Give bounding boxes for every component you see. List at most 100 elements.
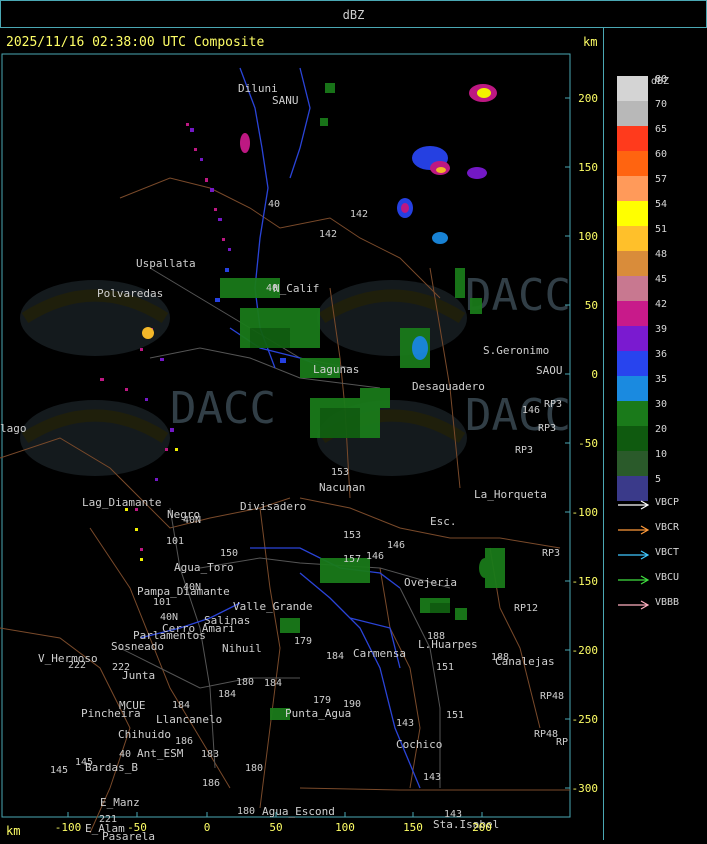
svg-text:151: 151 (436, 662, 454, 673)
y-tick-label: -250 (572, 713, 599, 726)
legend-level-label: 70 (655, 99, 668, 110)
legend-swatch (617, 101, 648, 126)
svg-text:186: 186 (175, 736, 193, 747)
legend-level-label: 60 (655, 149, 668, 160)
legend-vector-label: VBCU (655, 572, 680, 583)
legend-swatch (617, 326, 648, 351)
arrow-icon (618, 525, 650, 535)
svg-text:MCUE: MCUE (119, 699, 146, 712)
svg-text:151: 151 (446, 710, 464, 721)
svg-text:Polvaredas: Polvaredas (97, 287, 163, 300)
svg-text:222: 222 (68, 660, 86, 671)
svg-text:150: 150 (220, 548, 238, 559)
svg-text:101: 101 (153, 597, 171, 608)
svg-text:Lag_Diamante: Lag_Diamante (82, 496, 161, 509)
y-tick-label: 150 (578, 161, 598, 174)
svg-text:157: 157 (343, 554, 361, 565)
legend-vector-label: VBCP (655, 497, 680, 508)
svg-text:RP: RP (556, 737, 568, 748)
legend-level-label: 54 (655, 199, 668, 210)
legend-vector-row: VBCR (617, 522, 697, 536)
svg-text:221: 221 (99, 814, 117, 825)
legend-swatch (617, 76, 648, 101)
svg-text:101: 101 (166, 536, 184, 547)
legend-level-label: 42 (655, 299, 668, 310)
legend-swatch (617, 401, 648, 426)
legend-level-label: 35 (655, 374, 668, 385)
header-bar: dBZ (0, 0, 707, 28)
x-tick-label: -100 (55, 821, 82, 834)
svg-text:180: 180 (237, 806, 255, 817)
svg-text:Agua_Toro: Agua_Toro (174, 561, 234, 574)
svg-text:186: 186 (202, 778, 220, 789)
legend-level-label: 65 (655, 124, 668, 135)
legend-swatch (617, 226, 648, 251)
svg-text:143: 143 (423, 772, 441, 783)
legend-level-label: 45 (655, 274, 668, 285)
arrow-icon (618, 600, 650, 610)
arrow-icon (618, 550, 650, 560)
y-tick-label: 50 (585, 299, 598, 312)
watermark-text-3: DACC (170, 383, 276, 434)
svg-text:Divisadero: Divisadero (240, 500, 306, 513)
svg-text:SAOU: SAOU (536, 364, 563, 377)
svg-text:184: 184 (218, 689, 236, 700)
svg-text:RP48: RP48 (540, 691, 564, 702)
legend-level-label: 80 (655, 74, 668, 85)
legend-vector-label: VBCR (655, 522, 680, 533)
svg-text:40N: 40N (160, 612, 178, 623)
arrow-icon (618, 575, 650, 585)
x-tick-label: -50 (127, 821, 147, 834)
legend-vector-row: VBCU (617, 572, 697, 586)
legend-swatch (617, 176, 648, 201)
svg-text:184: 184 (264, 678, 282, 689)
svg-text:143: 143 (396, 718, 414, 729)
svg-text:180: 180 (245, 763, 263, 774)
svg-text:RP3: RP3 (515, 445, 533, 456)
legend-swatch (617, 151, 648, 176)
svg-text:Desaguadero: Desaguadero (412, 380, 485, 393)
svg-text:Lagunas: Lagunas (313, 363, 359, 376)
legend-level-label: 48 (655, 249, 668, 260)
svg-text:Esc.: Esc. (430, 515, 457, 528)
legend-level-label: 20 (655, 424, 668, 435)
svg-text:142: 142 (350, 209, 368, 220)
legend-swatch (617, 451, 648, 476)
legend-swatch (617, 201, 648, 226)
x-tick-label: 0 (204, 821, 211, 834)
svg-text:143: 143 (444, 809, 462, 820)
svg-text:184: 184 (172, 700, 190, 711)
y-tick-label: 200 (578, 92, 598, 105)
x-tick-label: 150 (403, 821, 423, 834)
svg-text:142: 142 (319, 229, 337, 240)
km-unit-bottom: km (6, 824, 21, 838)
legend-level-label: 36 (655, 349, 668, 360)
km-unit-top: km (583, 35, 598, 49)
legend-swatch (617, 276, 648, 301)
svg-text:lago: lago (0, 422, 27, 435)
legend-swatch (617, 426, 648, 451)
svg-text:190: 190 (343, 699, 361, 710)
svg-text:La_Horqueta: La_Horqueta (474, 488, 547, 501)
svg-text:40: 40 (266, 283, 278, 294)
svg-text:222: 222 (112, 662, 130, 673)
svg-text:179: 179 (313, 695, 331, 706)
legend-vector-label: VBBB (655, 597, 680, 608)
svg-text:146: 146 (387, 540, 405, 551)
radar-map[interactable]: DACC DACC DACC Diluni SANU Uspallata Pol… (0, 28, 604, 843)
svg-text:Uspallata: Uspallata (136, 257, 196, 270)
legend-vector-row: VBBB (617, 597, 697, 611)
svg-text:Agua_Escond: Agua_Escond (262, 805, 335, 818)
legend-level-label: 10 (655, 449, 668, 460)
svg-text:153: 153 (343, 530, 361, 541)
svg-text:40: 40 (119, 749, 131, 760)
arrow-icon (618, 500, 650, 510)
legend-swatch (617, 351, 648, 376)
svg-text:Nacunan: Nacunan (319, 481, 365, 494)
svg-text:188: 188 (427, 631, 445, 642)
svg-text:E_Manz: E_Manz (100, 796, 140, 809)
svg-text:184: 184 (326, 651, 344, 662)
x-tick-label: 200 (472, 821, 492, 834)
svg-text:Llancanelo: Llancanelo (156, 713, 222, 726)
legend-swatch (617, 376, 648, 401)
